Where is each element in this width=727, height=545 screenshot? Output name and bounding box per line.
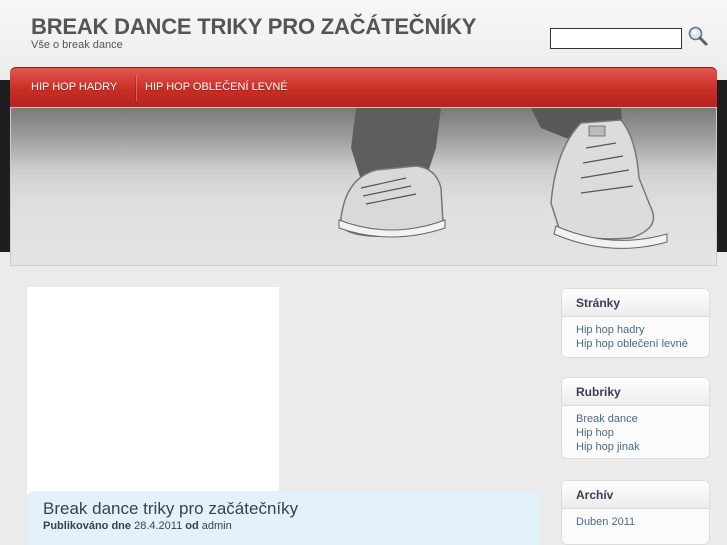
post: Break dance triky pro začátečníky Publik… [27, 491, 540, 545]
main-nav: HIP HOP HADRY HIP HOP OBLEČENÍ LEVNÉ [10, 67, 717, 107]
widget-archive: Archív Duben 2011 [561, 480, 710, 545]
sidebar-link-hip-hop-hadry[interactable]: Hip hop hadry [576, 323, 709, 337]
widget-title-pages: Stránky [562, 289, 709, 317]
sidebar-link-hip-hop[interactable]: Hip hop [576, 426, 709, 440]
sneakers-illustration [338, 108, 668, 249]
search-button[interactable] [687, 25, 709, 47]
post-date: 28.4.2011 [134, 520, 183, 532]
post-author[interactable]: admin [202, 520, 232, 532]
sidebar-link-break-dance[interactable]: Break dance [576, 412, 709, 426]
nav-item-hip-hop-hadry[interactable]: HIP HOP HADRY [31, 67, 117, 107]
nav-item-hip-hop-obleceni-levne[interactable]: HIP HOP OBLEČENÍ LEVNÉ [145, 67, 288, 107]
nav-divider [136, 75, 137, 101]
site-title[interactable]: BREAK DANCE TRIKY PRO ZAČÁTEČNÍKY [31, 14, 476, 40]
widget-title-categories: Rubriky [562, 378, 709, 406]
site-description: Vše o break dance [31, 39, 123, 51]
published-label: Publikováno dne [43, 520, 132, 532]
sidebar-link-hip-hop-obleceni-levne[interactable]: Hip hop oblečení levné [576, 337, 709, 351]
post-title[interactable]: Break dance triky pro začátečníky [43, 499, 298, 519]
search-icon [688, 26, 708, 46]
header-image [10, 107, 717, 266]
widget-categories: Rubriky Break dance Hip hop Hip hop jina… [561, 377, 710, 459]
sidebar-link-duben-2011[interactable]: Duben 2011 [576, 515, 709, 529]
ad-placeholder [27, 287, 279, 494]
sidebar-link-hip-hop-jinak[interactable]: Hip hop jinak [576, 440, 709, 454]
widget-pages: Stránky Hip hop hadry Hip hop oblečení l… [561, 288, 710, 358]
post-meta: Publikováno dne 28.4.2011 od admin [43, 520, 232, 532]
widget-title-archive: Archív [562, 481, 709, 509]
search-input[interactable] [550, 28, 682, 49]
by-label: od [185, 520, 199, 532]
